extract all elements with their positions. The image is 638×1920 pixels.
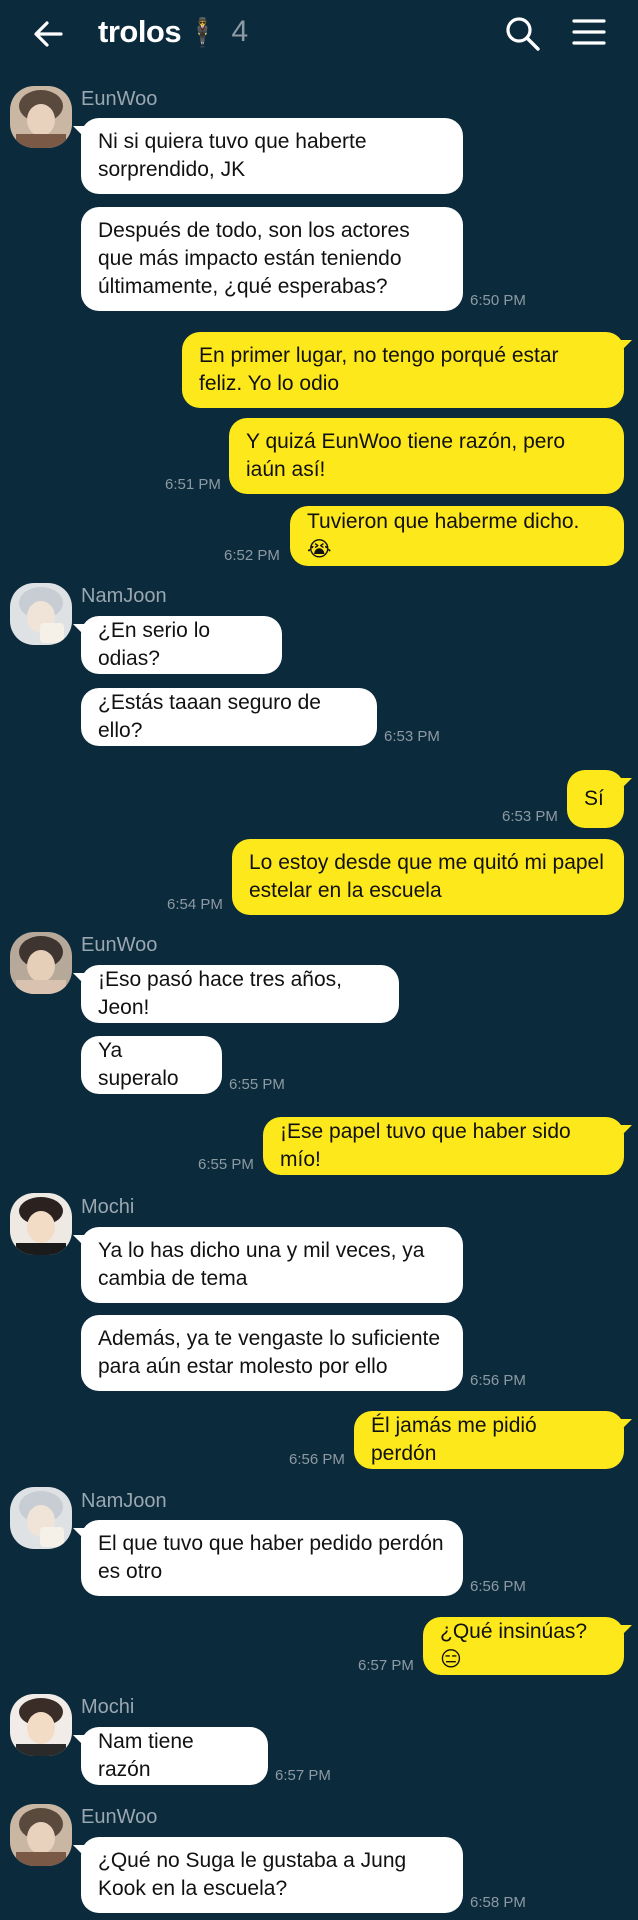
avatar-mochi[interactable]: [10, 1193, 72, 1255]
sender-name: Mochi: [81, 1696, 135, 1718]
search-icon: [506, 17, 540, 51]
message-bubble[interactable]: Él jamás me pidió perdón: [354, 1411, 632, 1469]
avatar-mochi[interactable]: [10, 1694, 72, 1756]
back-button[interactable]: [28, 16, 68, 52]
message-time: 6:53 PM: [384, 728, 440, 745]
message-bubble[interactable]: Tuvieron que haberme dicho. 😭: [290, 506, 624, 566]
message-bubble[interactable]: Después de todo, son los actores que más…: [81, 207, 463, 311]
message-time: 6:51 PM: [165, 476, 221, 493]
message-time: 6:56 PM: [289, 1451, 345, 1468]
member-count: 4: [231, 15, 249, 48]
message-time: 6:52 PM: [224, 547, 280, 564]
message-bubble[interactable]: ¿Estás taaan seguro de ello?: [81, 688, 377, 746]
message-time: 6:50 PM: [470, 292, 526, 309]
message-bubble[interactable]: Sí: [567, 770, 632, 828]
chat-title-emoji: 🕴: [185, 16, 220, 48]
message-time: 6:58 PM: [470, 1894, 526, 1911]
message-time: 6:54 PM: [167, 896, 223, 913]
chat-title: trolos 🕴 4: [98, 14, 248, 50]
sender-name: EunWoo: [81, 1806, 158, 1828]
message-bubble[interactable]: Lo estoy desde que me quitó mi papel est…: [232, 839, 624, 915]
message-time: 6:56 PM: [470, 1372, 526, 1389]
message-time: 6:57 PM: [275, 1767, 331, 1784]
message-bubble[interactable]: ¿En serio lo odias?: [73, 616, 282, 674]
message-bubble[interactable]: Ya lo has dicho una y mil veces, ya camb…: [73, 1227, 463, 1303]
avatar-eunwoo[interactable]: [10, 1804, 72, 1866]
message-bubble[interactable]: Y quizá EunWoo tiene razón, pero iaún as…: [229, 418, 624, 494]
message-bubble[interactable]: Ya superalo: [81, 1036, 222, 1094]
chat-header: trolos 🕴 4: [0, 0, 638, 70]
message-bubble[interactable]: ¿Qué no Suga le gustaba a Jung Kook en l…: [73, 1837, 463, 1913]
message-bubble[interactable]: Además, ya te vengaste lo suficiente par…: [81, 1315, 463, 1391]
message-bubble[interactable]: ¿Qué insinúas? 😑: [423, 1617, 632, 1675]
sender-name: NamJoon: [81, 585, 167, 607]
sender-name: EunWoo: [81, 88, 158, 110]
message-bubble[interactable]: En primer lugar, no tengo porqué estar f…: [182, 332, 632, 408]
avatar-eunwoo[interactable]: [10, 932, 72, 994]
message-time: 6:56 PM: [470, 1578, 526, 1595]
menu-button[interactable]: [572, 18, 612, 54]
message-time: 6:55 PM: [229, 1076, 285, 1093]
search-button[interactable]: [505, 16, 545, 56]
chat-title-text: trolos: [98, 14, 182, 49]
message-bubble[interactable]: Nam tiene razón: [73, 1727, 268, 1785]
message-time: 6:57 PM: [358, 1657, 414, 1674]
hamburger-menu-icon: [572, 19, 606, 45]
message-bubble[interactable]: ¡Eso pasó hace tres años, Jeon!: [73, 965, 399, 1023]
message-bubble[interactable]: ¡Ese papel tuvo que haber sido mío!: [263, 1117, 632, 1175]
arrow-left-icon: [34, 21, 63, 47]
message-bubble[interactable]: El que tuvo que haber pedido perdón es o…: [73, 1520, 463, 1596]
message-time: 6:55 PM: [198, 1156, 254, 1173]
sender-name: EunWoo: [81, 934, 158, 956]
avatar-namjoon[interactable]: [10, 1487, 72, 1549]
sender-name: Mochi: [81, 1196, 135, 1218]
avatar-eunwoo[interactable]: [10, 86, 72, 148]
message-time: 6:53 PM: [502, 808, 558, 825]
sender-name: NamJoon: [81, 1490, 167, 1512]
avatar-namjoon[interactable]: [10, 583, 72, 645]
message-bubble[interactable]: Ni si quiera tuvo que haberte sorprendid…: [73, 118, 463, 194]
